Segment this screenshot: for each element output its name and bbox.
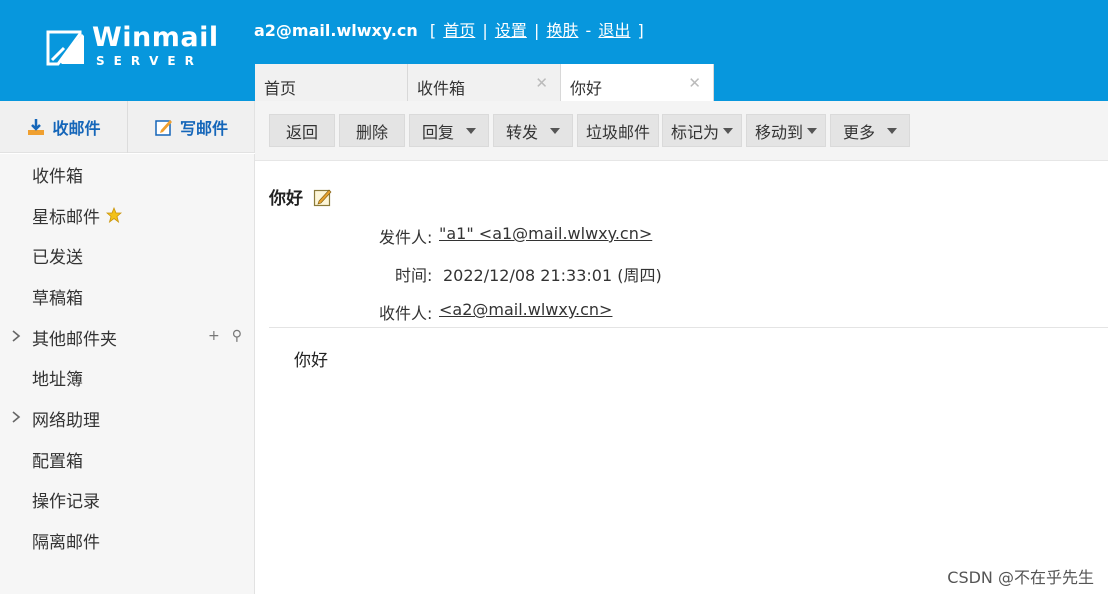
chevron-right-icon[interactable]: [10, 410, 22, 424]
sidebar-item-label: 地址簿: [32, 370, 83, 391]
delete-button[interactable]: 删除: [339, 114, 405, 147]
header-divider: [269, 327, 1108, 328]
chevron-right-icon[interactable]: [10, 329, 22, 343]
chevron-down-icon: [466, 127, 476, 134]
tab-label: 你好: [570, 79, 603, 98]
sidebar-item-label: 草稿箱: [32, 288, 83, 309]
more-label: 更多: [842, 122, 875, 142]
compose-mail-button[interactable]: 写邮件: [127, 101, 254, 153]
sidebar-item-label: 配置箱: [32, 451, 83, 472]
from-value[interactable]: "a1" <a1@mail.wlwxy.cn>: [439, 224, 652, 243]
reply-button[interactable]: 回复: [409, 114, 489, 147]
sidebar-item-starred[interactable]: 星标邮件: [0, 195, 254, 236]
to-label: 收件人:: [379, 304, 433, 323]
sidebar-item-drafts[interactable]: 草稿箱: [0, 276, 254, 317]
sidebar-item-label: 收件箱: [32, 166, 83, 187]
app-header: Winmail SERVER a2@mail.wlwxy.cn [ 首页 | 设…: [0, 0, 1108, 101]
chevron-down-icon: [723, 127, 733, 134]
sidebar-item-label: 隔离邮件: [32, 533, 100, 554]
tab-label: 收件箱: [417, 79, 466, 98]
sidebar-item-other-folders[interactable]: 其他邮件夹 + ⚲: [0, 317, 254, 358]
sidebar-item-sent[interactable]: 已发送: [0, 235, 254, 276]
sidebar-item-label: 网络助理: [32, 410, 100, 431]
time-value: 2022/12/08 21:33:01 (周四): [443, 266, 662, 285]
forward-button[interactable]: 转发: [493, 114, 573, 147]
star-icon: [106, 207, 122, 224]
sidebar-item-quarantine[interactable]: 隔离邮件: [0, 520, 254, 561]
user-bar: a2@mail.wlwxy.cn [ 首页 | 设置 | 换肤 - 退出 ]: [254, 21, 644, 40]
winmail-logo[interactable]: Winmail SERVER: [44, 22, 218, 74]
compose-mail-label: 写邮件: [179, 119, 228, 138]
logo-mark-icon: [46, 30, 84, 66]
spam-label: 垃圾邮件: [585, 122, 650, 142]
download-icon: [28, 119, 45, 135]
sidebar-item-config-box[interactable]: 配置箱: [0, 439, 254, 480]
link-skin[interactable]: 换肤: [546, 21, 578, 40]
mark-as-button[interactable]: 标记为: [662, 114, 742, 147]
move-to-label: 移动到: [754, 122, 803, 142]
add-folder-icon[interactable]: +: [208, 328, 220, 344]
user-email: a2@mail.wlwxy.cn: [254, 21, 418, 40]
sidebar-item-network-assistant[interactable]: 网络助理: [0, 398, 254, 439]
sidebar-item-label: 已发送: [32, 248, 83, 269]
sidebar-item-label: 其他邮件夹: [32, 329, 117, 350]
spam-button[interactable]: 垃圾邮件: [577, 114, 659, 147]
mark-as-label: 标记为: [670, 122, 719, 142]
link-settings[interactable]: 设置: [495, 21, 527, 40]
tab-bar: 首页 收件箱 ✕ 你好 ✕: [255, 64, 714, 101]
sidebar-item-inbox[interactable]: 收件箱: [0, 154, 254, 195]
receive-mail-button[interactable]: 收邮件: [0, 101, 127, 153]
logo-word: Winmail: [92, 22, 219, 53]
receive-mail-label: 收邮件: [52, 119, 101, 138]
manage-folder-icon[interactable]: ⚲: [232, 328, 242, 344]
move-to-button[interactable]: 移动到: [746, 114, 826, 147]
close-icon[interactable]: ✕: [535, 74, 548, 92]
link-home[interactable]: 首页: [443, 21, 475, 40]
message-toolbar: 返回 删除 回复 转发 垃圾邮件 标记为 移动到 更多: [255, 101, 1108, 161]
sidebar-item-label: 星标邮件: [32, 207, 100, 228]
tab-inbox[interactable]: 收件箱 ✕: [408, 64, 561, 101]
compose-bar: 收邮件 写邮件: [0, 101, 255, 153]
from-label: 发件人:: [379, 228, 433, 247]
tab-message[interactable]: 你好 ✕: [561, 64, 714, 101]
chevron-down-icon: [550, 127, 560, 134]
delete-label: 删除: [355, 122, 388, 142]
sidebar-item-address-book[interactable]: 地址簿: [0, 357, 254, 398]
chevron-down-icon: [887, 127, 897, 134]
tab-label: 首页: [264, 79, 297, 98]
more-button[interactable]: 更多: [830, 114, 910, 147]
sidebar-item-operation-log[interactable]: 操作记录: [0, 480, 254, 521]
message-body: 你好: [294, 351, 328, 371]
chevron-down-icon: [807, 127, 817, 134]
sidebar-item-label: 操作记录: [32, 492, 100, 513]
forward-label: 转发: [505, 122, 538, 142]
watermark: CSDN @不在乎先生: [947, 568, 1094, 587]
close-icon[interactable]: ✕: [688, 74, 701, 92]
edit-icon[interactable]: [313, 187, 333, 207]
to-value[interactable]: <a2@mail.wlwxy.cn>: [439, 300, 612, 319]
message-subject: 你好: [269, 184, 333, 209]
back-button[interactable]: 返回: [269, 114, 335, 147]
folder-sidebar: 收件箱 星标邮件 已发送 草稿箱 其他邮件夹 + ⚲ 地址簿 网络助理 配置箱 …: [0, 154, 255, 594]
back-label: 返回: [285, 122, 318, 142]
logo-subtitle: SERVER: [96, 54, 203, 68]
reply-label: 回复: [421, 122, 454, 142]
time-label: 时间:: [395, 266, 433, 285]
tab-home[interactable]: 首页: [255, 64, 408, 101]
compose-icon: [155, 120, 172, 136]
link-logout[interactable]: 退出: [598, 21, 630, 40]
subject-text: 你好: [269, 189, 303, 209]
folder-tools: + ⚲: [208, 328, 242, 344]
